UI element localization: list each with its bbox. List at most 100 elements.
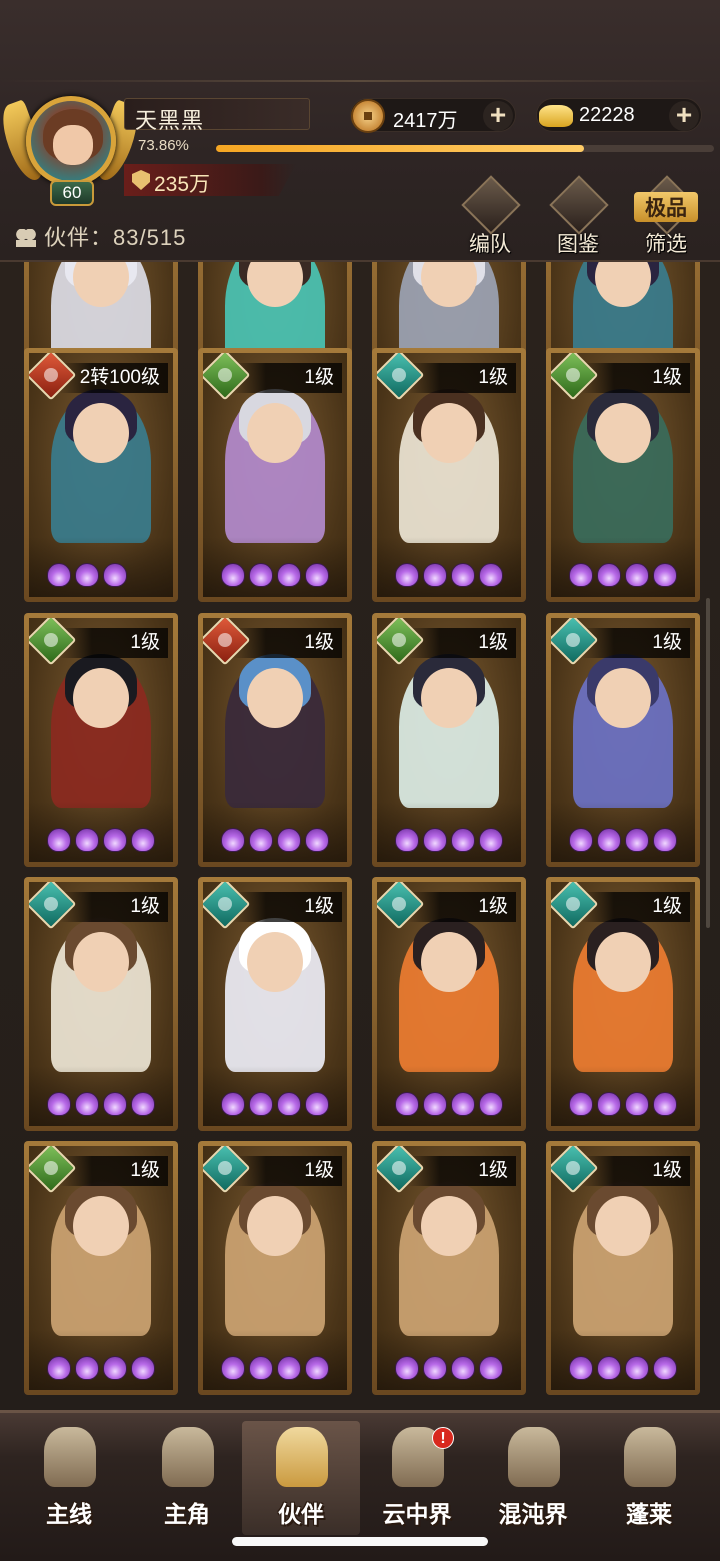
wood-element-icon	[203, 353, 251, 401]
purple-flame-star-icon	[395, 828, 419, 852]
partner-card[interactable]: 1级	[198, 1141, 352, 1395]
partner-card[interactable]: 1级	[372, 348, 526, 602]
partner-portrait: 1级	[29, 882, 173, 1126]
avatar-face	[53, 125, 93, 165]
partner-card[interactable]: 1级	[24, 613, 178, 867]
partner-face	[247, 932, 303, 992]
formation-button[interactable]: 编队	[454, 175, 526, 256]
purple-flame-star-icon	[75, 1356, 99, 1380]
purple-flame-star-icon	[103, 563, 127, 587]
nav-partner[interactable]: 伙伴	[242, 1421, 360, 1535]
partner-face	[421, 932, 477, 992]
star-rating	[395, 1092, 503, 1118]
star-rating	[47, 828, 155, 854]
wood-element-icon	[29, 1146, 77, 1194]
purple-flame-star-icon	[479, 1356, 503, 1380]
partner-card[interactable]: 1级	[198, 613, 352, 867]
star-rating	[221, 563, 329, 589]
purple-flame-star-icon	[103, 1356, 127, 1380]
partner-portrait: 1级	[377, 353, 521, 597]
nav-penglai-label: 蓬莱	[626, 1501, 672, 1527]
purple-flame-star-icon	[249, 1356, 273, 1380]
add-copper-button[interactable]: +	[483, 101, 513, 131]
water-element-icon	[29, 882, 77, 930]
partner-card[interactable]: 1级	[546, 613, 700, 867]
add-gold-button[interactable]: +	[669, 101, 699, 131]
nav-main-story[interactable]: 主线	[10, 1421, 128, 1535]
partner-face	[595, 1196, 651, 1256]
purple-flame-star-icon	[597, 563, 621, 587]
purple-flame-star-icon	[221, 563, 245, 587]
partner-card[interactable]: 1级	[546, 877, 700, 1131]
player-name-box: 天黑黑	[124, 98, 310, 133]
nav-protagonist-label: 主角	[164, 1501, 210, 1527]
purple-flame-star-icon	[221, 1356, 245, 1380]
crossed-swords-icon	[44, 1427, 96, 1487]
partner-portrait: 1级	[203, 618, 347, 862]
purple-flame-star-icon	[569, 828, 593, 852]
star-rating	[221, 1092, 329, 1118]
purple-flame-star-icon	[47, 1092, 71, 1116]
purple-flame-star-icon	[451, 828, 475, 852]
nav-protagonist[interactable]: 主角	[128, 1421, 246, 1535]
combat-power-value: 235万	[154, 173, 211, 196]
purple-flame-star-icon	[423, 1356, 447, 1380]
partner-card[interactable]: 1级	[24, 1141, 178, 1395]
partner-card[interactable]: 1级	[546, 1141, 700, 1395]
partner-card[interactable]: 1级	[198, 877, 352, 1131]
nav-penglai[interactable]: 蓬莱	[590, 1421, 708, 1535]
star-rating	[569, 1356, 677, 1382]
exp-bar	[216, 145, 714, 152]
star-rating	[569, 563, 677, 589]
nav-chaos-realm-label: 混沌界	[498, 1501, 568, 1527]
partner-portrait: 1级	[377, 882, 521, 1126]
partner-card[interactable]: 1级	[372, 613, 526, 867]
purple-flame-star-icon	[221, 1092, 245, 1116]
wood-element-icon	[551, 353, 599, 401]
filter-button[interactable]: 极品 筛选	[630, 175, 702, 256]
partner-face	[73, 668, 129, 728]
star-rating	[221, 1356, 329, 1382]
partner-face	[247, 1196, 303, 1256]
hero-head-icon	[162, 1427, 214, 1487]
purple-flame-star-icon	[47, 563, 71, 587]
purple-flame-star-icon	[395, 1092, 419, 1116]
partner-grid[interactable]: 2转100级 1级 1级 1级 1级 1级 1级 1级 1级 1级 1级 1级 1级 1级 1级 1级	[0, 262, 720, 1410]
formation-flag-icon	[461, 175, 521, 235]
partner-level: 1级	[407, 628, 516, 658]
partner-face	[421, 668, 477, 728]
home-indicator[interactable]	[232, 1537, 488, 1546]
exp-percent: 73.86%	[138, 137, 189, 154]
partner-card[interactable]: 1级	[546, 348, 700, 602]
atlas-label: 图鉴	[557, 233, 599, 256]
purple-flame-star-icon	[47, 828, 71, 852]
wood-element-icon	[29, 618, 77, 666]
partner-portrait: 2转100级	[29, 353, 173, 597]
partner-portrait: 1级	[203, 882, 347, 1126]
partner-face	[595, 668, 651, 728]
partner-card[interactable]: 1级	[24, 877, 178, 1131]
purple-flame-star-icon	[597, 1092, 621, 1116]
partner-card[interactable]: 1级	[372, 877, 526, 1131]
partner-level: 1级	[581, 1156, 690, 1186]
purple-flame-star-icon	[75, 563, 99, 587]
partner-count-value: 83/515	[113, 225, 187, 250]
atlas-button[interactable]: 图鉴	[542, 175, 614, 256]
nav-cloud-realm-label: 云中界	[382, 1501, 452, 1527]
formation-label: 编队	[469, 233, 511, 256]
nav-chaos-realm[interactable]: 混沌界	[474, 1421, 592, 1535]
partner-card[interactable]: 1级	[198, 348, 352, 602]
partner-card[interactable]: 2转100级	[24, 348, 178, 602]
purple-flame-star-icon	[451, 1356, 475, 1380]
avatar[interactable]	[26, 96, 116, 186]
purple-flame-star-icon	[597, 1356, 621, 1380]
player-avatar-frame[interactable]: 60	[0, 92, 145, 206]
purple-flame-star-icon	[305, 1092, 329, 1116]
scrollbar[interactable]	[706, 598, 710, 928]
partner-card[interactable]: 1级	[372, 1141, 526, 1395]
purple-flame-star-icon	[221, 828, 245, 852]
nav-cloud-realm[interactable]: ! 云中界	[358, 1421, 476, 1535]
partner-portrait: 1级	[203, 1146, 347, 1390]
nav-partner-label: 伙伴	[278, 1501, 324, 1527]
water-element-icon	[551, 1146, 599, 1194]
